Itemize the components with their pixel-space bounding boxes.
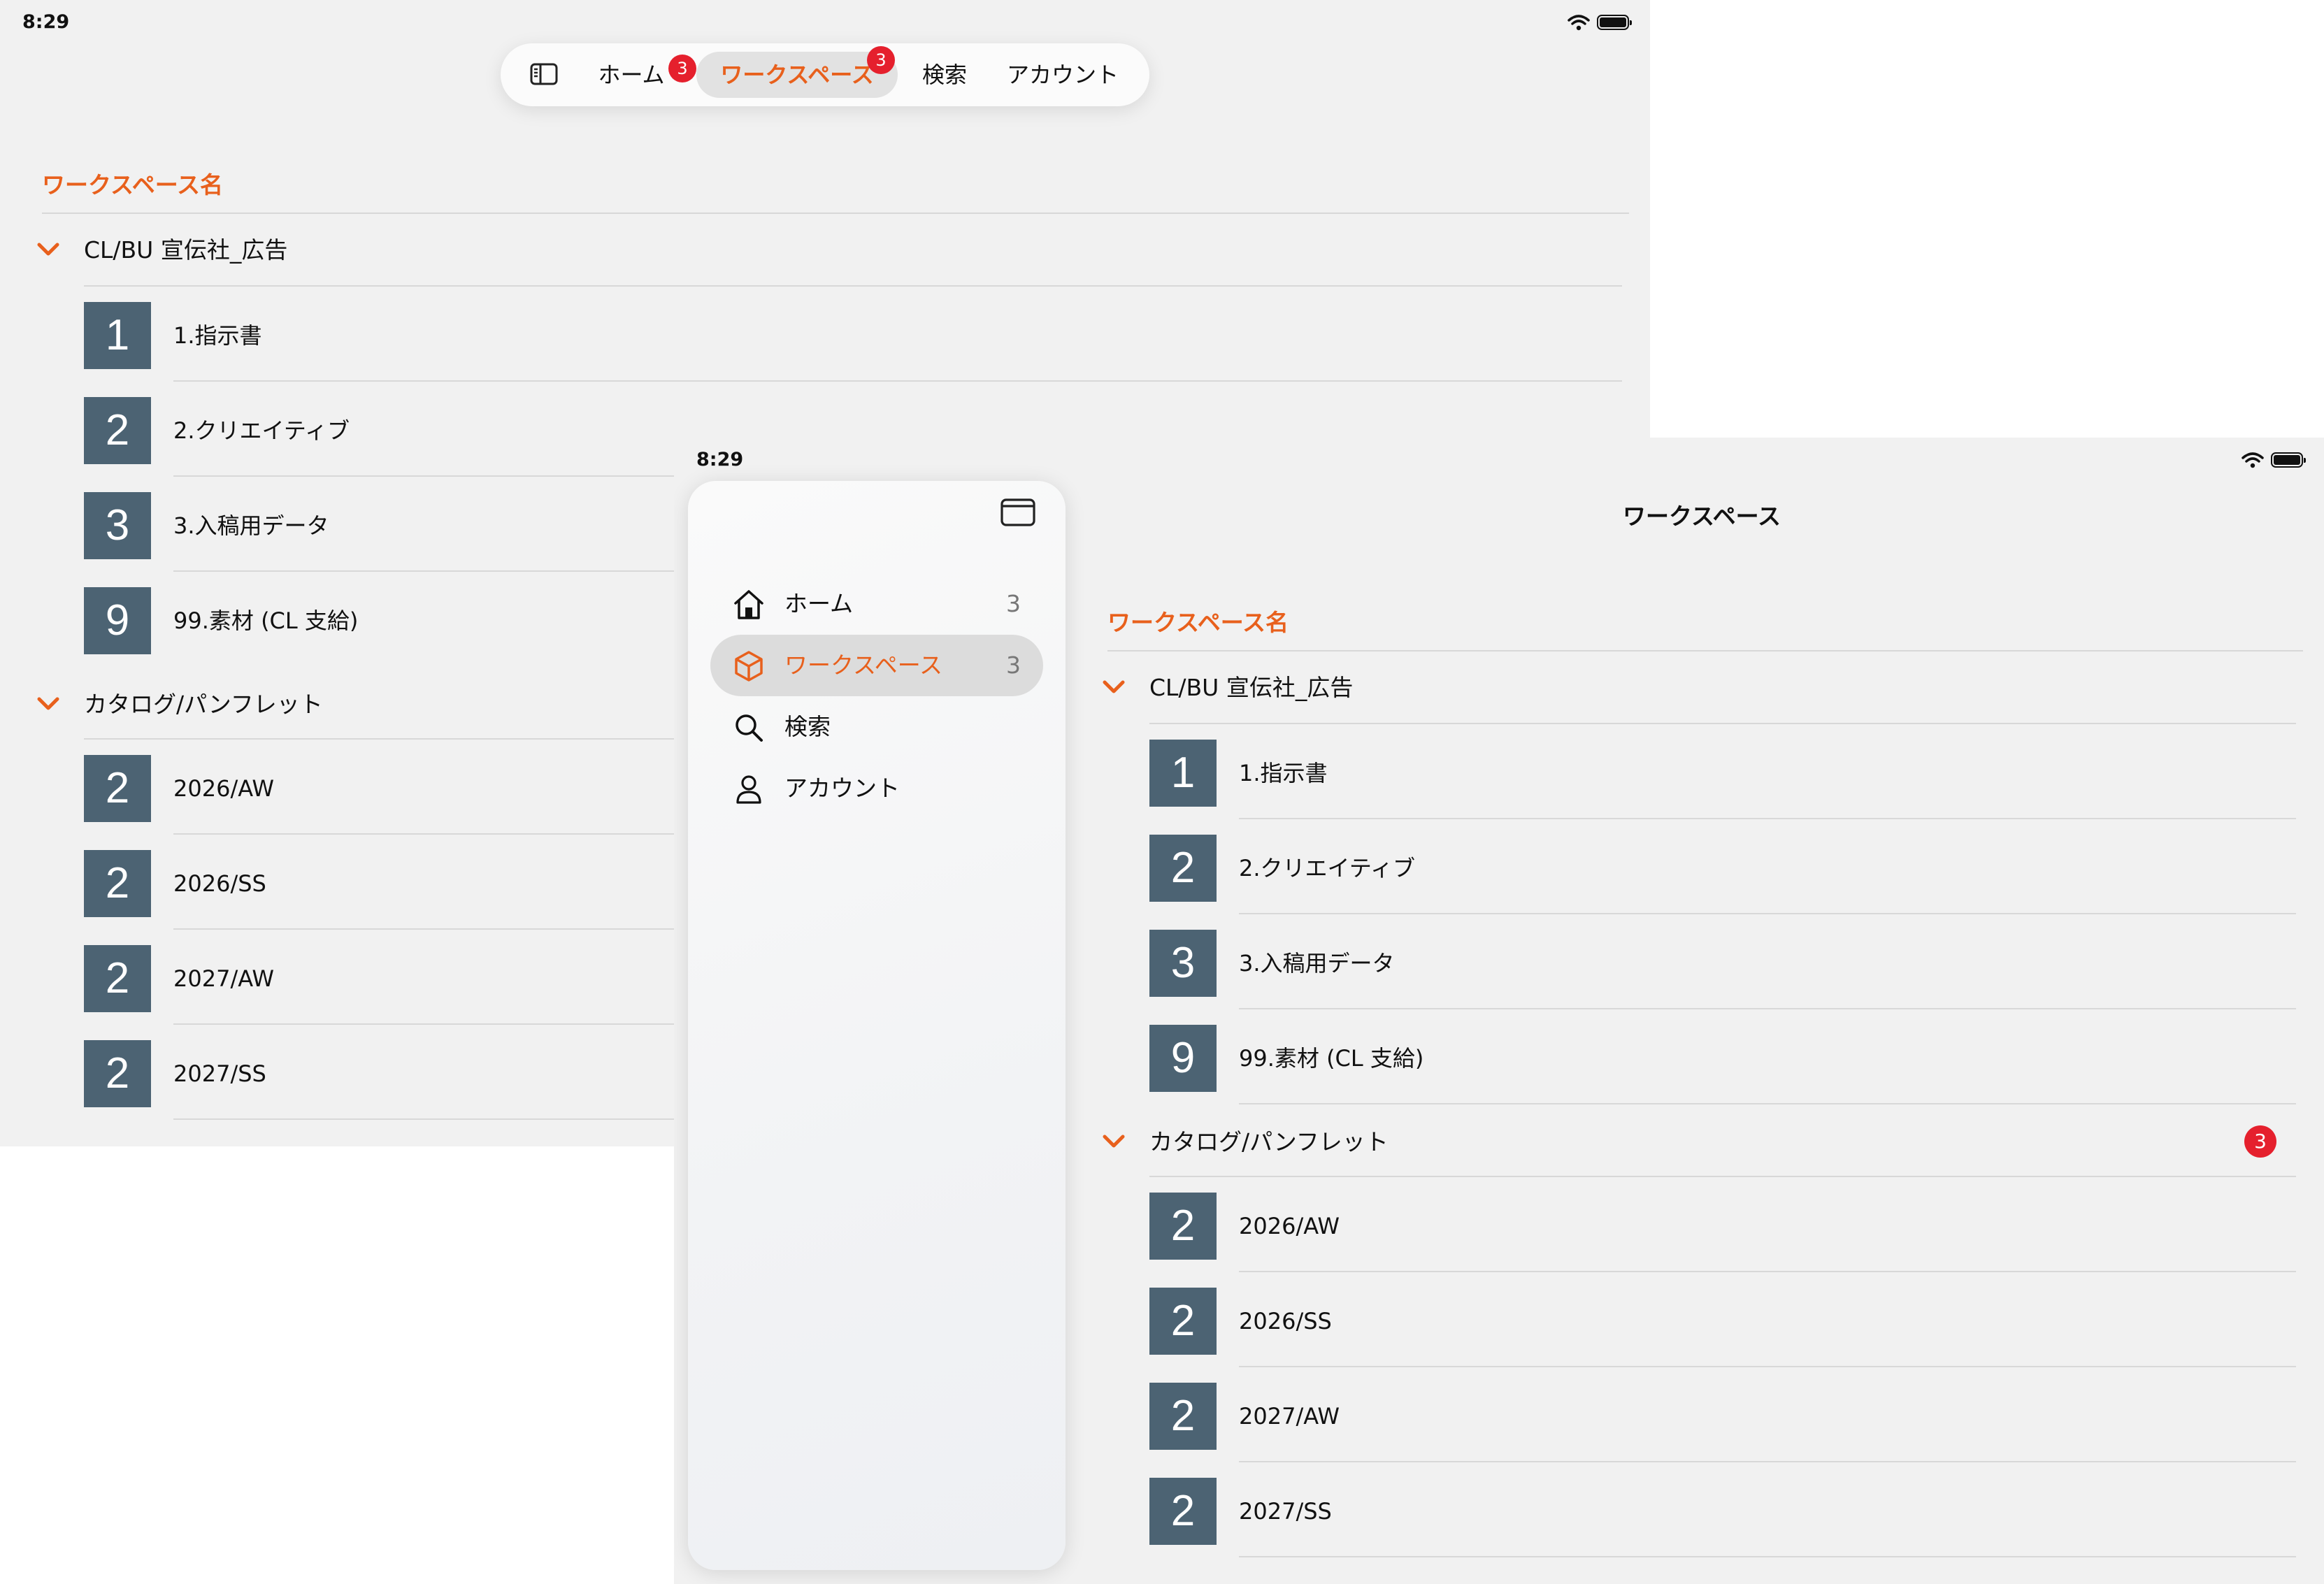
list-item[interactable]: 2 2026/SS — [1079, 1271, 2310, 1366]
tab-account-label: アカウント — [1006, 62, 1119, 88]
list-item[interactable]: 1 1.指示書 — [0, 285, 1650, 380]
group-row[interactable]: カタログ/パンフレット 3 — [1079, 1109, 2310, 1176]
item-label: 2026/AW — [1239, 1213, 1340, 1239]
list-item[interactable]: 2 2.クリエイティブ — [1079, 818, 2310, 913]
list-item[interactable]: 2 2027/AW — [1079, 1366, 2310, 1461]
sidebar-item-home[interactable]: ホーム 3 — [710, 573, 1043, 635]
item-label: 2026/SS — [173, 870, 266, 897]
tab-search-label: 検索 — [921, 62, 967, 88]
sidebar-toggle-icon[interactable] — [530, 62, 558, 86]
folder-number-icon: 2 — [84, 1040, 151, 1107]
list-item[interactable]: 3 3.入稿用データ — [1079, 913, 2310, 1008]
tab-home-badge: 3 — [668, 55, 696, 82]
section-divider — [1107, 650, 2303, 651]
item-label: 1.指示書 — [1239, 760, 1328, 786]
sidebar-item-search[interactable]: 検索 — [710, 696, 1043, 758]
list-item[interactable]: 9 99.素材 (CL 支給) — [1079, 1008, 2310, 1103]
row-divider — [1239, 1103, 2296, 1104]
sidebar: ホーム 3 ワークスペース 3 検索 アカウント — [688, 481, 1066, 1570]
sidebar-item-account[interactable]: アカウント — [710, 758, 1043, 819]
sidebar-item-label: アカウント — [784, 775, 900, 802]
sidebar-item-count: 3 — [1006, 590, 1021, 617]
folder-number-icon: 2 — [1149, 835, 1217, 902]
folder-number-icon: 2 — [84, 945, 151, 1012]
folder-number-icon: 2 — [1149, 1478, 1217, 1545]
folder-number-icon: 1 — [1149, 740, 1217, 807]
folder-number-icon: 3 — [1149, 930, 1217, 997]
item-label: 2026/SS — [1239, 1308, 1332, 1334]
item-label: 2027/SS — [1239, 1498, 1332, 1525]
chevron-down-icon — [1103, 680, 1125, 693]
item-label: 99.素材 (CL 支給) — [173, 607, 359, 634]
item-label: 3.入稿用データ — [173, 512, 329, 539]
status-time: 8:29 — [22, 11, 70, 33]
battery-icon — [1597, 15, 1632, 30]
tab-workspace-label: ワークスペース — [720, 62, 874, 88]
folder-number-icon: 2 — [1149, 1288, 1217, 1355]
item-label: 3.入稿用データ — [1239, 950, 1395, 977]
item-label: 2.クリエイティブ — [1239, 855, 1415, 881]
chevron-down-icon — [37, 243, 59, 256]
section-header: ワークスペース名 — [42, 171, 224, 199]
group-label: CL/BU 宣伝社_広告 — [84, 236, 288, 264]
status-time: 8:29 — [696, 449, 744, 470]
sidebar-collapse-icon[interactable] — [1000, 498, 1036, 527]
sidebar-item-label: ワークスペース — [784, 651, 943, 679]
tab-workspace-badge: 3 — [867, 46, 895, 74]
section-header: ワークスペース名 — [1107, 609, 1289, 636]
item-label: 2027/SS — [173, 1060, 266, 1087]
screen-sidebar-layout: 8:29 ホーム 3 ワークスペース 3 検索 アカウント ワークスペース ワー… — [674, 438, 2324, 1584]
wifi-icon — [2241, 452, 2264, 468]
item-label: 2026/AW — [173, 775, 274, 802]
status-icons — [1568, 14, 1632, 31]
page-title: ワークスペース — [1622, 503, 1781, 530]
group-badge: 3 — [2244, 1125, 2276, 1158]
folder-number-icon: 2 — [84, 755, 151, 822]
row-divider — [1239, 1556, 2296, 1557]
section-divider — [42, 213, 1629, 214]
tab-workspace[interactable]: ワークスペース 3 — [696, 46, 898, 98]
item-label: 2027/AW — [173, 965, 274, 992]
tab-account[interactable]: アカウント — [994, 52, 1131, 98]
list-item[interactable]: 2 2027/SS — [1079, 1461, 2310, 1556]
battery-icon — [2271, 452, 2306, 468]
folder-number-icon: 9 — [84, 587, 151, 654]
chevron-down-icon — [1103, 1135, 1125, 1148]
sidebar-item-workspace[interactable]: ワークスペース 3 — [710, 635, 1043, 696]
group-label: CL/BU 宣伝社_広告 — [1149, 674, 1354, 701]
folder-number-icon: 2 — [1149, 1383, 1217, 1450]
list-item[interactable]: 1 1.指示書 — [1079, 723, 2310, 818]
folder-number-icon: 2 — [1149, 1193, 1217, 1260]
search-icon — [736, 714, 763, 742]
sidebar-item-label: ホーム — [784, 590, 854, 617]
item-label: 1.指示書 — [173, 322, 262, 349]
folder-number-icon: 2 — [84, 397, 151, 464]
folder-number-icon: 1 — [84, 302, 151, 369]
folder-number-icon: 9 — [1149, 1025, 1217, 1092]
item-label: 99.素材 (CL 支給) — [1239, 1045, 1424, 1072]
group-row[interactable]: CL/BU 宣伝社_広告 — [0, 217, 1650, 284]
status-icons — [2241, 452, 2306, 468]
tab-home[interactable]: ホーム 3 — [580, 52, 696, 98]
tab-home-label: ホーム — [598, 62, 665, 88]
item-label: 2.クリエイティブ — [173, 417, 350, 444]
wifi-icon — [1568, 15, 1590, 31]
sidebar-item-count: 3 — [1006, 651, 1021, 679]
home-icon — [734, 590, 763, 619]
person-icon — [736, 775, 761, 804]
item-label: 2027/AW — [1239, 1403, 1340, 1430]
group-label: カタログ/パンフレット — [84, 691, 323, 718]
list-item[interactable]: 2 2026/AW — [1079, 1176, 2310, 1271]
group-row[interactable]: CL/BU 宣伝社_広告 — [1079, 654, 2310, 721]
chevron-down-icon — [37, 697, 59, 710]
folder-number-icon: 3 — [84, 492, 151, 559]
cube-icon — [735, 651, 763, 682]
tab-search[interactable]: 検索 — [906, 52, 983, 98]
sidebar-item-label: 検索 — [784, 713, 831, 740]
folder-number-icon: 2 — [84, 850, 151, 917]
tab-bar: ホーム 3 ワークスペース 3 検索 アカウント — [501, 43, 1149, 106]
group-label: カタログ/パンフレット — [1149, 1128, 1389, 1155]
